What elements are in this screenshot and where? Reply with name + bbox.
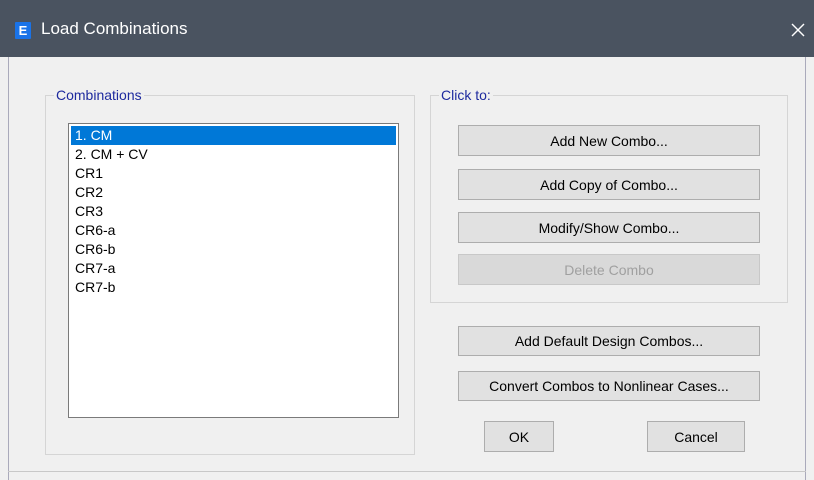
close-icon[interactable] xyxy=(786,18,810,42)
click-to-legend: Click to: xyxy=(441,87,491,103)
window-frame-left xyxy=(8,57,9,480)
cancel-button[interactable]: Cancel xyxy=(647,421,745,452)
combination-list-item[interactable]: 1. CM xyxy=(71,126,396,145)
modify-show-combo-button[interactable]: Modify/Show Combo... xyxy=(458,212,760,243)
delete-combo-button[interactable]: Delete Combo xyxy=(458,254,760,285)
add-copy-of-combo-button[interactable]: Add Copy of Combo... xyxy=(458,169,760,200)
combination-list-item[interactable]: CR2 xyxy=(71,183,396,202)
combinations-legend: Combinations xyxy=(56,87,142,103)
add-new-combo-button[interactable]: Add New Combo... xyxy=(458,125,760,156)
combinations-listbox[interactable]: 1. CM 2. CM + CV CR1 CR2 CR3 CR6-a CR6-b CR7-a C… xyxy=(68,123,399,418)
combination-list-item[interactable]: 2. CM + CV xyxy=(71,145,396,164)
combination-list-item[interactable]: CR7-b xyxy=(71,278,396,297)
combination-list-item[interactable]: CR6-a xyxy=(71,221,396,240)
title-bar: E Load Combinations xyxy=(0,0,814,57)
ok-button[interactable]: OK xyxy=(484,421,554,452)
window-title: Load Combinations xyxy=(41,19,188,38)
combination-list-item[interactable]: CR3 xyxy=(71,202,396,221)
combination-list-item[interactable]: CR6-b xyxy=(71,240,396,259)
combination-list-item[interactable]: CR7-a xyxy=(71,259,396,278)
app-icon: E xyxy=(15,22,31,39)
combination-list-item[interactable]: CR1 xyxy=(71,164,396,183)
window-frame-bottom xyxy=(8,471,806,472)
window-frame-right xyxy=(805,57,806,480)
convert-combos-to-nonlinear-button[interactable]: Convert Combos to Nonlinear Cases... xyxy=(458,371,760,401)
add-default-design-combos-button[interactable]: Add Default Design Combos... xyxy=(458,326,760,356)
